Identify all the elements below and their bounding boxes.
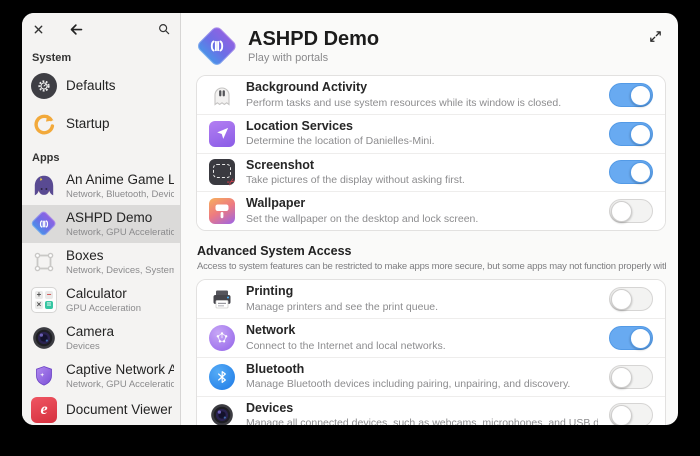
network-globe-icon bbox=[209, 325, 235, 351]
document-viewer-icon: e bbox=[31, 397, 57, 423]
settings-window: System Defaults Startup Apps bbox=[22, 13, 678, 425]
section-heading: Advanced System Access bbox=[197, 244, 666, 258]
permission-title: Devices bbox=[246, 401, 598, 417]
sidebar-item-label: Boxes bbox=[66, 248, 174, 264]
bluetooth-toggle[interactable] bbox=[609, 365, 653, 389]
permission-description: Manage printers and see the print queue. bbox=[246, 301, 598, 314]
permission-row-printing: Printing Manage printers and see the pri… bbox=[197, 280, 665, 319]
sidebar-item-permissions: GPU Acceleration bbox=[66, 303, 141, 314]
location-arrow-icon bbox=[209, 121, 235, 147]
back-arrow-icon[interactable] bbox=[66, 19, 86, 39]
permission-description: Connect to the Internet and local networ… bbox=[246, 340, 598, 353]
sidebar-item-permissions: Network, GPU Acceleration bbox=[66, 227, 174, 238]
advanced-system-access-header: Advanced System Access Access to system … bbox=[197, 244, 666, 272]
wallpaper-toggle[interactable] bbox=[609, 199, 653, 223]
permission-row-screenshot: ✂ Screenshot Take pictures of the displa… bbox=[197, 154, 665, 193]
boxes-icon bbox=[31, 249, 57, 275]
screenshot-icon: ✂ bbox=[209, 159, 235, 185]
permission-description: Determine the location of Danielles-Mini… bbox=[246, 135, 598, 148]
sidebar-item-permissions: Network, GPU Acceleration bbox=[66, 379, 174, 390]
sidebar-item-permissions: Network, Devices, System Fo... bbox=[66, 265, 174, 276]
sidebar-item-boxes[interactable]: Boxes Network, Devices, System Fo... bbox=[22, 243, 180, 281]
permission-row-bluetooth: Bluetooth Manage Bluetooth devices inclu… bbox=[197, 358, 665, 397]
sidebar-item-startup[interactable]: Startup bbox=[22, 105, 180, 143]
permission-title: Screenshot bbox=[246, 158, 598, 174]
printer-icon bbox=[209, 286, 235, 312]
page-subtitle: Play with portals bbox=[248, 52, 379, 64]
sidebar-item-defaults[interactable]: Defaults bbox=[22, 67, 180, 105]
ashpd-portal-icon bbox=[197, 26, 237, 66]
permission-description: Take pictures of the display without ask… bbox=[246, 174, 598, 187]
sidebar-section-apps: Apps bbox=[22, 143, 180, 167]
section-description: Access to system features can be restric… bbox=[197, 261, 666, 272]
app-header: ASHPD Demo Play with portals bbox=[181, 13, 678, 75]
expand-diagonal-icon[interactable] bbox=[644, 25, 666, 47]
sidebar-item-captive-network[interactable]: Captive Network As... Network, GPU Accel… bbox=[22, 357, 180, 395]
sidebar-section-system: System bbox=[22, 43, 180, 67]
main-panel: ASHPD Demo Play with portals bbox=[181, 13, 678, 425]
permission-row-location-services: Location Services Determine the location… bbox=[197, 115, 665, 154]
permission-description: Perform tasks and use system resources w… bbox=[246, 97, 598, 110]
portal-permissions-card: Background Activity Perform tasks and us… bbox=[196, 75, 666, 231]
page-title: ASHPD Demo bbox=[248, 28, 379, 50]
permission-title: Printing bbox=[246, 284, 598, 300]
shield-icon bbox=[31, 363, 57, 389]
permission-title: Network bbox=[246, 323, 598, 339]
sidebar-item-label: Defaults bbox=[66, 78, 116, 94]
screenshot-stage: System Defaults Startup Apps bbox=[0, 0, 700, 456]
close-icon[interactable] bbox=[28, 19, 48, 39]
startup-arrow-icon bbox=[31, 111, 57, 137]
sidebar: System Defaults Startup Apps bbox=[22, 13, 181, 425]
permission-row-devices: Devices Manage all connected devices, su… bbox=[197, 397, 665, 426]
permission-description: Manage all connected devices, such as we… bbox=[246, 417, 598, 425]
sidebar-item-permissions: Devices bbox=[66, 341, 114, 352]
anime-game-icon bbox=[31, 173, 57, 199]
sidebar-item-label: Camera bbox=[66, 324, 114, 340]
network-toggle[interactable] bbox=[609, 326, 653, 350]
permission-title: Background Activity bbox=[246, 80, 598, 96]
permission-title: Location Services bbox=[246, 119, 598, 135]
permission-row-network: Network Connect to the Internet and loca… bbox=[197, 319, 665, 358]
sidebar-item-label: ASHPD Demo bbox=[66, 210, 174, 226]
camera-lens-icon bbox=[31, 325, 57, 351]
advanced-access-card: Printing Manage printers and see the pri… bbox=[196, 279, 666, 425]
sidebar-header bbox=[22, 13, 180, 43]
sidebar-item-permissions: Network, Bluetooth, Devices,... bbox=[66, 189, 174, 200]
sidebar-item-document-viewer[interactable]: e Document Viewer bbox=[22, 395, 180, 425]
sidebar-item-label: Calculator bbox=[66, 286, 141, 302]
wallpaper-roller-icon bbox=[209, 198, 235, 224]
sidebar-item-calculator[interactable]: +−×= Calculator GPU Acceleration bbox=[22, 281, 180, 319]
permission-row-background-activity: Background Activity Perform tasks and us… bbox=[197, 76, 665, 115]
permission-title: Bluetooth bbox=[246, 362, 598, 378]
permission-description: Manage Bluetooth devices including pairi… bbox=[246, 378, 598, 391]
scissors-glyph: ✂ bbox=[226, 177, 239, 190]
printing-toggle[interactable] bbox=[609, 287, 653, 311]
sidebar-item-label: Document Viewer bbox=[66, 402, 172, 418]
permission-description: Set the wallpaper on the desktop and loc… bbox=[246, 213, 598, 226]
screenshot-toggle[interactable] bbox=[609, 160, 653, 184]
sidebar-item-camera[interactable]: Camera Devices bbox=[22, 319, 180, 357]
settings-gear-icon bbox=[31, 73, 57, 99]
camera-lens-icon bbox=[209, 402, 235, 425]
sidebar-item-ashpd-demo[interactable]: ASHPD Demo Network, GPU Acceleration bbox=[22, 205, 180, 243]
devices-toggle[interactable] bbox=[609, 403, 653, 425]
permission-title: Wallpaper bbox=[246, 196, 598, 212]
location-services-toggle[interactable] bbox=[609, 122, 653, 146]
search-icon[interactable] bbox=[154, 19, 174, 39]
permission-row-wallpaper: Wallpaper Set the wallpaper on the deskt… bbox=[197, 192, 665, 230]
calculator-icon: +−×= bbox=[31, 287, 57, 313]
background-activity-toggle[interactable] bbox=[609, 83, 653, 107]
sidebar-item-label: An Anime Game La... bbox=[66, 172, 174, 188]
sidebar-item-label: Captive Network As... bbox=[66, 362, 174, 378]
ashpd-portal-icon bbox=[31, 211, 57, 237]
bluetooth-icon bbox=[209, 364, 235, 390]
ghost-icon bbox=[209, 82, 235, 108]
sidebar-item-anime-game[interactable]: An Anime Game La... Network, Bluetooth, … bbox=[22, 167, 180, 205]
sidebar-item-label: Startup bbox=[66, 116, 110, 132]
